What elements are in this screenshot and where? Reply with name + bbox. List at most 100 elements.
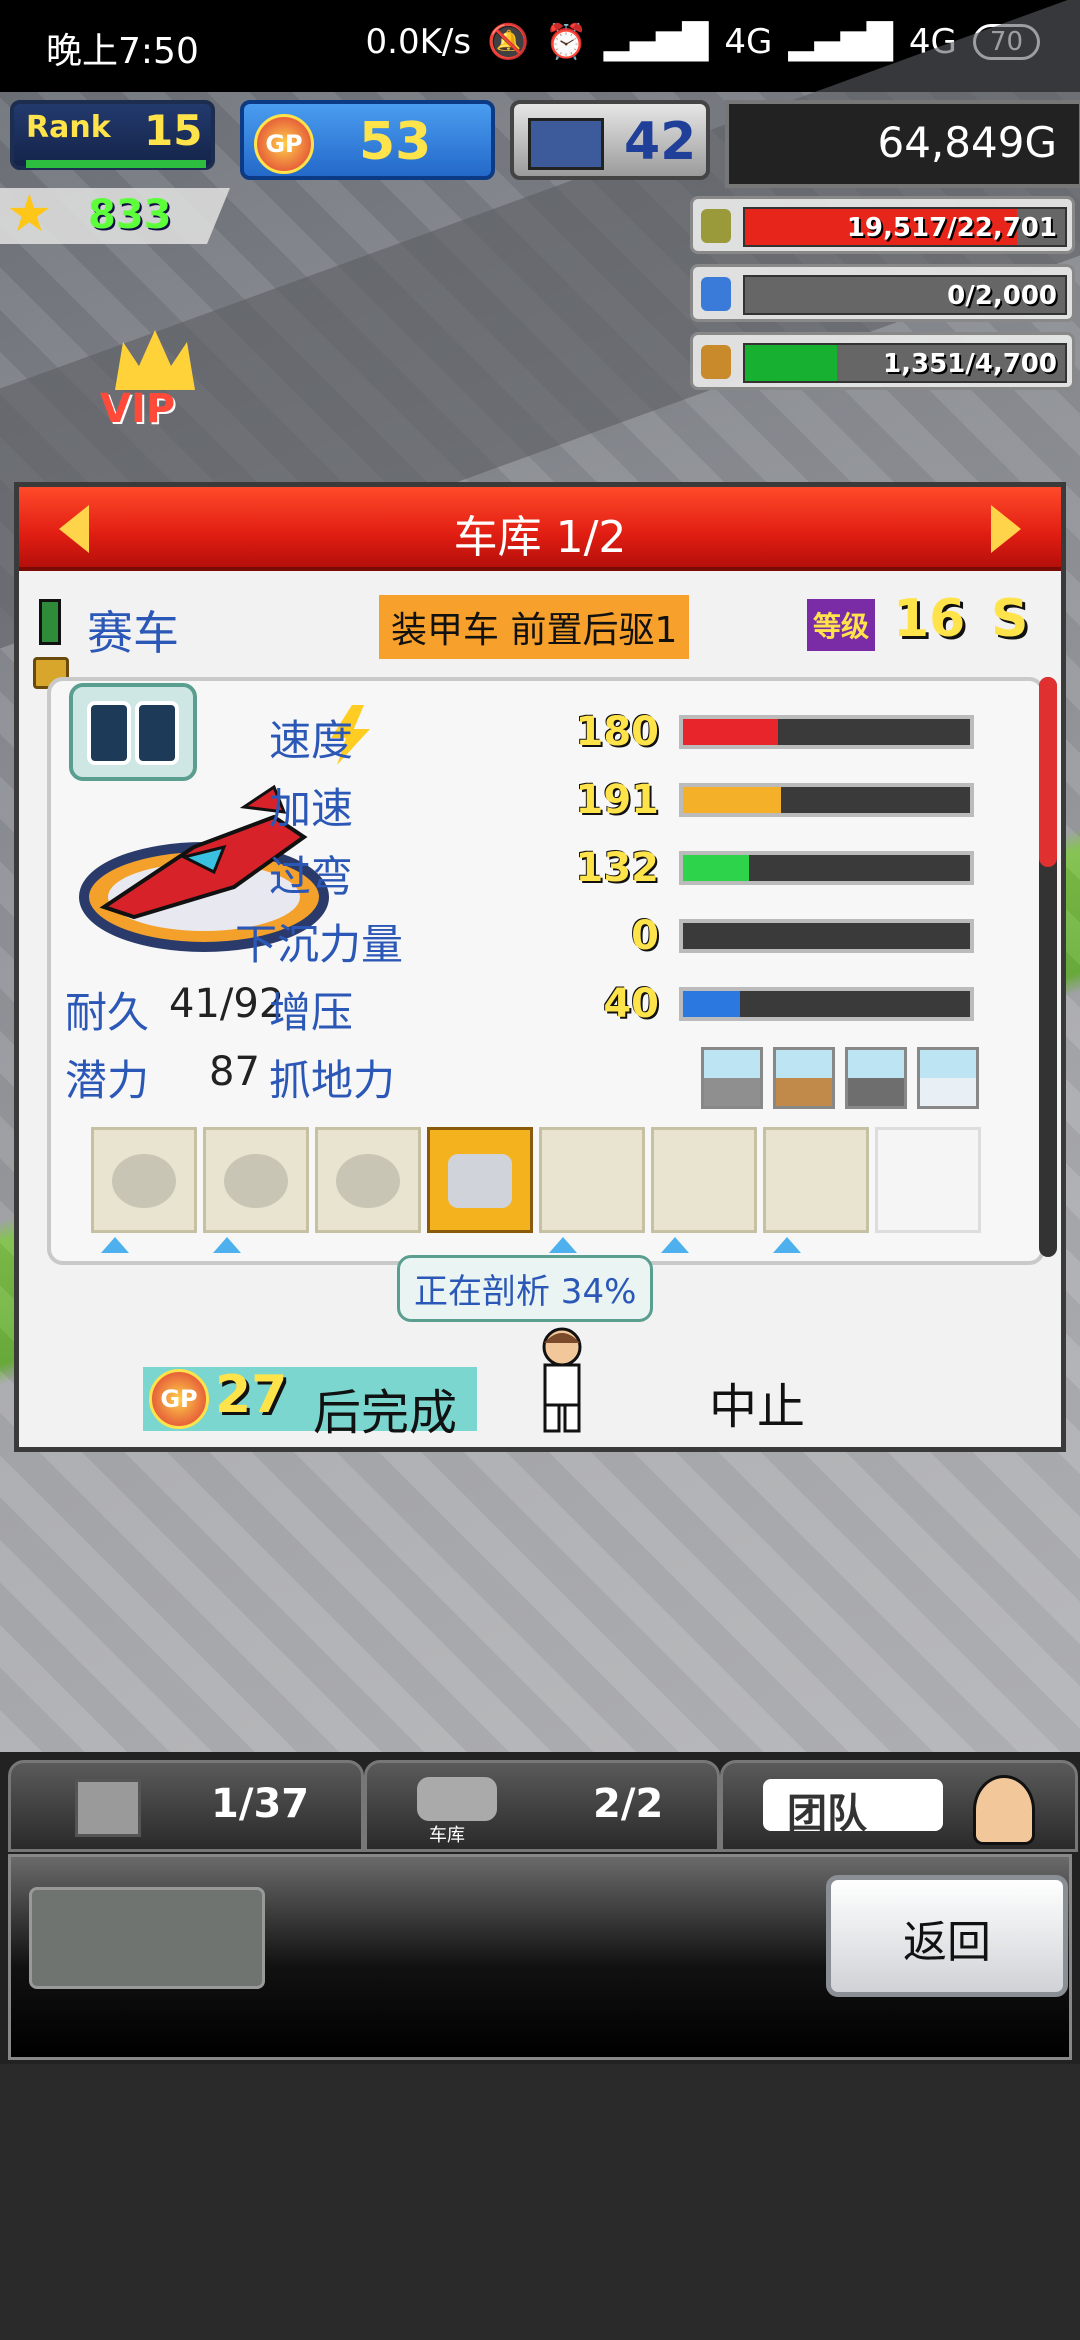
garage-count: 2/2 bbox=[593, 1781, 664, 1827]
resource-track: 19,517/22,701 bbox=[743, 207, 1067, 247]
slot-marker-icon bbox=[773, 1237, 801, 1253]
bottle-icon bbox=[701, 277, 731, 311]
durability-value: 41/92 bbox=[169, 981, 285, 1027]
boost-bar-fill bbox=[683, 991, 741, 1017]
fuel-barrel-icon bbox=[701, 209, 731, 243]
tab-team[interactable]: 团队 bbox=[720, 1760, 1078, 1852]
slot-marker-icon bbox=[661, 1237, 689, 1253]
blank-button[interactable] bbox=[29, 1887, 265, 1989]
mechanic-character-icon bbox=[542, 1327, 582, 1433]
resource-fill bbox=[745, 345, 837, 381]
potential-label: 潜力 bbox=[65, 1056, 150, 1105]
grade-value: S bbox=[991, 589, 1029, 649]
ecu-part-icon bbox=[448, 1154, 512, 1208]
next-arrow-icon[interactable] bbox=[991, 505, 1021, 553]
gp-coin-icon: GP bbox=[149, 1369, 209, 1429]
rank-label: Rank bbox=[26, 110, 111, 145]
back-label: 返回 bbox=[903, 1917, 991, 1968]
rank-panel[interactable]: Rank 15 bbox=[10, 100, 215, 170]
clock: 晚上7:50 bbox=[46, 31, 199, 72]
team-label: 团队 bbox=[787, 1791, 867, 1837]
vip-label: VIP bbox=[100, 386, 176, 432]
ecu-part-slot[interactable] bbox=[427, 1127, 533, 1233]
fuel-resource-bar[interactable]: 19,517/22,701 bbox=[690, 196, 1075, 254]
cost-value: 27 bbox=[215, 1365, 288, 1425]
garage-dialog: 车库 1/2 赛车 装甲车 前置后驱1 等级 16 S 速度 180 加速 19… bbox=[14, 482, 1066, 1452]
garage-tab-label: 车库 bbox=[429, 1825, 465, 1846]
tire-icon bbox=[87, 701, 131, 765]
accel-label: 加速 bbox=[269, 784, 354, 833]
car-name[interactable]: 赛车 bbox=[87, 597, 179, 663]
tires-button[interactable] bbox=[69, 683, 197, 781]
part-slot-6[interactable] bbox=[651, 1127, 757, 1233]
part-slot-5[interactable] bbox=[539, 1127, 645, 1233]
tarmac-circle-icon[interactable] bbox=[701, 1047, 763, 1109]
crate-icon bbox=[75, 1779, 141, 1837]
dialog-title: 车库 1/2 bbox=[453, 512, 627, 563]
vip-badge[interactable]: VIP bbox=[95, 320, 215, 440]
dirt-cross-icon[interactable] bbox=[773, 1047, 835, 1109]
analysis-progress-label: 正在剖析 34% bbox=[397, 1255, 654, 1322]
items-count: 1/37 bbox=[211, 1781, 310, 1827]
boost-value: 40 bbox=[603, 981, 659, 1027]
downforce-label: 下沉力量 bbox=[235, 920, 404, 969]
tab-items[interactable]: 1/37 bbox=[8, 1760, 364, 1852]
speed-value: 180 bbox=[575, 709, 660, 755]
potential-value: 87 bbox=[209, 1049, 260, 1095]
research-panel[interactable]: 42 bbox=[510, 100, 710, 180]
network-label-1: 4G bbox=[724, 22, 773, 62]
engine-part-slot[interactable] bbox=[91, 1127, 197, 1233]
gravel-triangle-icon[interactable] bbox=[845, 1047, 907, 1109]
engine-part-icon bbox=[112, 1154, 176, 1208]
speed-bar bbox=[679, 715, 974, 749]
resource-text: 0/2,000 bbox=[947, 281, 1057, 311]
money-value: 64,849G bbox=[877, 118, 1057, 167]
speed-bar-fill bbox=[683, 719, 778, 745]
cornering-value: 132 bbox=[575, 845, 660, 891]
money-panel[interactable]: 64,849G bbox=[725, 100, 1080, 188]
tire-part-slot[interactable] bbox=[203, 1127, 309, 1233]
star-icon: ★ bbox=[6, 184, 53, 244]
tier-icon bbox=[39, 599, 61, 645]
tab-garage[interactable]: 车库 2/2 bbox=[364, 1760, 720, 1852]
durability-label: 耐久 bbox=[65, 988, 150, 1037]
resource-text: 1,351/4,700 bbox=[883, 349, 1057, 379]
back-button[interactable]: 返回 bbox=[826, 1875, 1068, 1997]
cornering-bar-fill bbox=[683, 855, 749, 881]
tire-part-icon bbox=[224, 1154, 288, 1208]
tire-icon bbox=[135, 701, 179, 765]
resource-text: 19,517/22,701 bbox=[846, 213, 1057, 243]
resource-track: 0/2,000 bbox=[743, 275, 1067, 315]
downforce-value: 0 bbox=[631, 913, 659, 959]
cornering-label: 过弯 bbox=[269, 852, 354, 901]
net-speed: 0.0K/s bbox=[365, 22, 472, 62]
snow-cross-icon[interactable] bbox=[917, 1047, 979, 1109]
wheat-resource-bar[interactable]: 1,351/4,700 bbox=[690, 332, 1075, 390]
accel-bar bbox=[679, 783, 974, 817]
team-member-avatar bbox=[973, 1775, 1035, 1845]
gear-part-slot[interactable] bbox=[315, 1127, 421, 1233]
signal-icon-2: ▂▄▆█ bbox=[788, 22, 893, 62]
crown-icon bbox=[115, 330, 195, 390]
gp-panel[interactable]: GP 53 bbox=[240, 100, 495, 180]
gp-coin-icon: GP bbox=[254, 114, 314, 174]
accel-value: 191 bbox=[575, 777, 660, 823]
bottle-resource-bar[interactable]: 0/2,000 bbox=[690, 264, 1075, 322]
research-value: 42 bbox=[624, 112, 697, 172]
mute-icon: 🔕 bbox=[487, 22, 530, 62]
part-slot-8[interactable] bbox=[875, 1127, 981, 1233]
finish-now-button[interactable]: GP 27 后完成 bbox=[143, 1365, 477, 1441]
stop-button[interactable]: 中止 bbox=[709, 1367, 805, 1437]
part-slot-7[interactable] bbox=[763, 1127, 869, 1233]
level-label: 等级 bbox=[807, 599, 876, 651]
bottom-panel: 返回 bbox=[8, 1854, 1072, 2060]
stars-panel[interactable]: ★ 833 bbox=[0, 188, 230, 244]
signal-icon: ▂▄▆█ bbox=[603, 22, 709, 62]
boost-bar bbox=[679, 987, 974, 1021]
scrollbar-thumb[interactable] bbox=[1039, 677, 1057, 867]
computer-icon bbox=[528, 118, 604, 170]
cost-suffix: 后完成 bbox=[313, 1385, 458, 1441]
wheat-icon bbox=[701, 345, 731, 379]
downforce-bar bbox=[679, 919, 974, 953]
slot-marker-icon bbox=[101, 1237, 129, 1253]
